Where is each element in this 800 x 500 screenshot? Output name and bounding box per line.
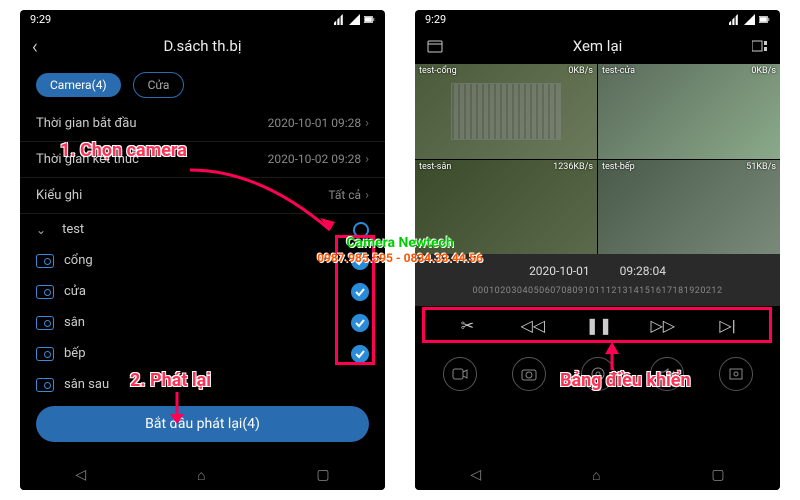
android-navbar: ◁ ⌂ ▢ (415, 460, 780, 490)
snapshot-button[interactable] (512, 357, 546, 391)
android-navbar: ◁ ⌂ ▢ (20, 460, 385, 490)
rewind-icon[interactable]: ◁◁ (521, 316, 545, 335)
feed-bitrate: 1236KB/s (553, 162, 593, 172)
header: Xem lại (415, 28, 780, 64)
status-bar: 9:29 (20, 10, 385, 28)
checkbox-checked[interactable] (351, 345, 369, 363)
calendar-icon[interactable] (427, 39, 443, 53)
feed-label: test-sân (419, 162, 451, 172)
camera-icon (36, 285, 54, 299)
feed-label: test-bếp (602, 162, 635, 172)
camera-item[interactable]: cửa (20, 276, 385, 307)
tool-bar (415, 345, 780, 403)
camera-label: cổng (64, 253, 93, 268)
feed-label: test-cổng (419, 66, 457, 76)
next-icon[interactable]: ▷| (716, 316, 740, 335)
checkbox-checked[interactable] (351, 283, 369, 301)
feed-bitrate: 0KB/s (751, 66, 776, 76)
camera-label: bếp (64, 346, 86, 361)
camera-item[interactable]: sân sau (20, 369, 385, 400)
camera-grid: test-cổng 0KB/s test-cửa 0KB/s test-sân … (415, 64, 780, 254)
nav-back-icon[interactable]: ◁ (470, 467, 481, 483)
chevron-right-icon: › (365, 152, 369, 167)
camera-feed[interactable]: test-bếp 51KB/s (598, 160, 780, 255)
layout-icon[interactable] (752, 39, 768, 53)
camera-icon (36, 347, 54, 361)
status-icons (729, 14, 770, 25)
chevron-down-icon: ⌄ (36, 223, 46, 237)
status-time: 9:29 (425, 13, 446, 26)
row-end-time[interactable]: Thời gian kết thúc 2020-10-02 09:28 › (20, 142, 385, 178)
camera-label: sân sau (64, 377, 109, 392)
end-time-value: 2020-10-02 09:28 (268, 152, 361, 166)
camera-icon (36, 316, 54, 330)
nav-recent-icon[interactable]: ▢ (316, 467, 329, 483)
feed-label: test-cửa (602, 66, 635, 76)
start-playback-button[interactable]: Bắt đầu phát lại(4) (36, 406, 369, 442)
camera-icon (36, 378, 54, 392)
row-record-type[interactable]: Kiểu ghi Tất cả › (20, 178, 385, 214)
camera-feed[interactable]: test-sân 1236KB/s (415, 160, 597, 255)
camera-icon (36, 254, 54, 268)
checkbox-checked[interactable] (351, 314, 369, 332)
camera-label: sân (64, 315, 85, 330)
row-start-time[interactable]: Thời gian bắt đầu 2020-10-01 09:28 › (20, 106, 385, 142)
tab-camera[interactable]: Camera(4) (36, 73, 121, 97)
page-title: D.sách th.bị (20, 37, 385, 55)
feed-bitrate: 51KB/s (746, 162, 776, 172)
camera-item[interactable]: cổng (20, 245, 385, 276)
group-label: test (62, 222, 84, 237)
phone-device-list: 9:29 ‹ D.sách th.bị Camera(4) Cửa Thời g… (20, 10, 385, 490)
status-time: 9:29 (30, 13, 51, 26)
start-time-value: 2020-10-01 09:28 (268, 116, 361, 130)
playback-date: 2020-10-01 (529, 264, 590, 278)
camera-feed[interactable]: test-cổng 0KB/s (415, 64, 597, 159)
nav-recent-icon[interactable]: ▢ (711, 467, 724, 483)
header: ‹ D.sách th.bị (20, 28, 385, 64)
camera-item[interactable]: bếp (20, 338, 385, 369)
tab-door[interactable]: Cửa (133, 72, 185, 98)
chevron-right-icon: › (365, 116, 369, 131)
cut-icon[interactable]: ✂ (456, 316, 480, 335)
status-icons (334, 14, 375, 25)
timeline-ruler[interactable]: 0001020304050607080910111213141516171819… (415, 282, 780, 300)
start-time-label: Thời gian bắt đầu (36, 116, 137, 131)
nav-back-icon[interactable]: ◁ (75, 467, 86, 483)
timeline[interactable]: 2020-10-01 09:28:04 00010203040506070809… (415, 254, 780, 306)
nav-home-icon[interactable]: ⌂ (197, 467, 205, 484)
record-type-label: Kiểu ghi (36, 188, 82, 203)
back-icon[interactable]: ‹ (32, 34, 38, 58)
mute-button[interactable] (650, 357, 684, 391)
phone-playback: 9:29 Xem lại test-cổng 0KB/s test-cửa 0K… (415, 10, 780, 490)
fisheye-button[interactable] (581, 357, 615, 391)
fullscreen-button[interactable] (719, 357, 753, 391)
pause-icon[interactable]: ❚❚ (586, 316, 610, 335)
forward-icon[interactable]: ▷▷ (651, 316, 675, 335)
playback-controls: ✂ ◁◁ ❚❚ ▷▷ ▷| (415, 306, 780, 345)
camera-feed[interactable]: test-cửa 0KB/s (598, 64, 780, 159)
feed-bitrate: 0KB/s (568, 66, 593, 76)
status-bar: 9:29 (415, 10, 780, 28)
tabs: Camera(4) Cửa (20, 64, 385, 106)
record-type-value: Tất cả (328, 188, 361, 202)
group-header[interactable]: ⌄ test (20, 214, 385, 245)
camera-label: cửa (64, 284, 86, 299)
group-radio[interactable] (353, 222, 369, 238)
playback-time: 09:28:04 (620, 264, 666, 278)
record-button[interactable] (443, 357, 477, 391)
camera-item[interactable]: sân (20, 307, 385, 338)
chevron-right-icon: › (365, 188, 369, 203)
page-title: Xem lại (415, 37, 780, 55)
nav-home-icon[interactable]: ⌂ (592, 467, 600, 484)
checkbox-checked[interactable] (351, 252, 369, 270)
end-time-label: Thời gian kết thúc (36, 152, 139, 167)
